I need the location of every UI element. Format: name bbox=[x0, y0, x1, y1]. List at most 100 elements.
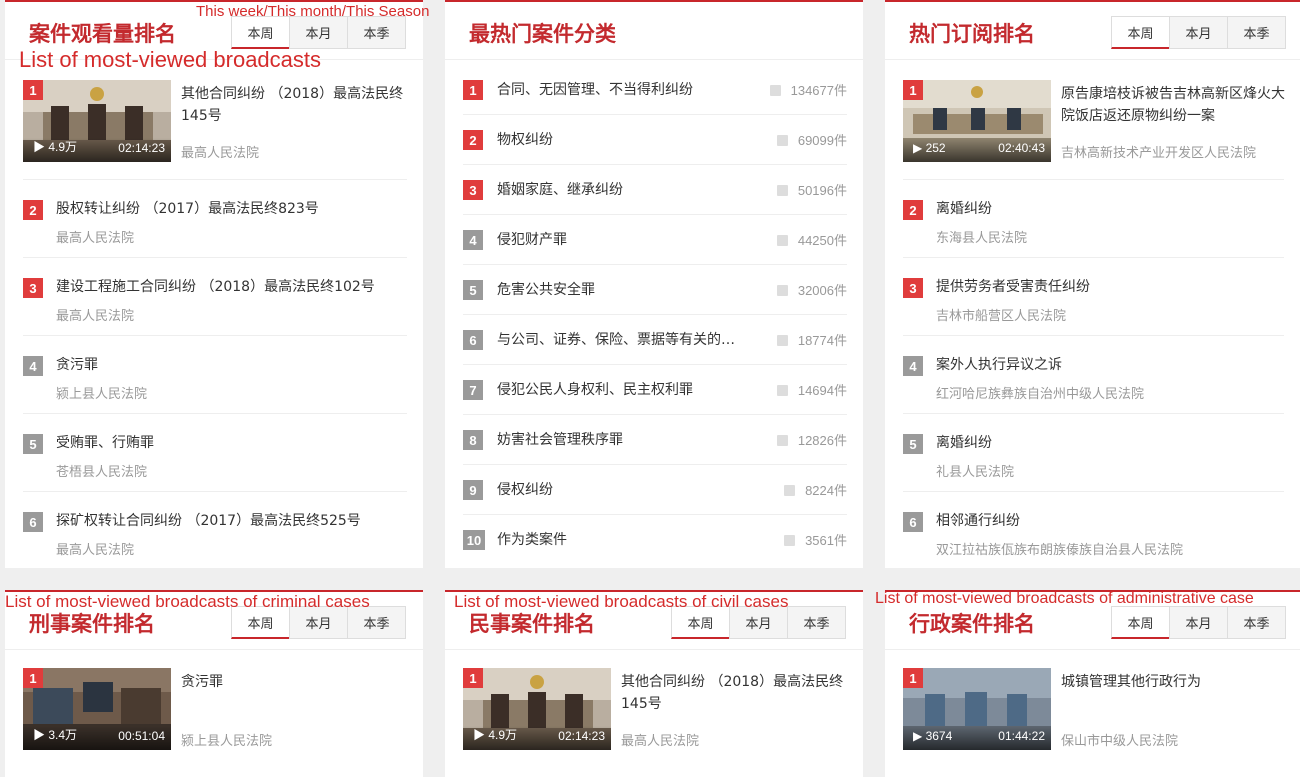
view-count: ▶ 252 bbox=[913, 141, 946, 155]
panel-header: 最热门案件分类 bbox=[445, 2, 863, 60]
list-item[interactable]: 2 离婚纠纷 东海县人民法院 bbox=[903, 180, 1284, 258]
document-icon bbox=[776, 335, 788, 346]
list-item[interactable]: 4 案外人执行异议之诉 红河哈尼族彝族自治州中级人民法院 bbox=[903, 336, 1284, 414]
rank-badge: 6 bbox=[23, 512, 43, 532]
video-thumbnail[interactable]: 1 ▶ 4.9万 02:14:23 bbox=[23, 80, 171, 162]
video-duration: 01:44:22 bbox=[998, 729, 1045, 743]
tab-this-season[interactable]: 本季 bbox=[787, 606, 846, 639]
category-row[interactable]: 6 与公司、证券、保险、票据等有关的民事纠纷 18774件 bbox=[463, 315, 847, 365]
court-name: 最高人民法院 bbox=[621, 734, 700, 749]
tab-this-week[interactable]: 本周 bbox=[1111, 606, 1170, 639]
video-duration: 02:14:23 bbox=[558, 729, 605, 743]
rank-badge: 1 bbox=[903, 80, 923, 100]
case-count: 14694件 bbox=[776, 380, 847, 399]
featured-item[interactable]: 1 ▶ 3.4万 00:51:04 贪污罪 颍上县人民法院 bbox=[23, 668, 407, 768]
case-title-link[interactable]: 相邻通行纠纷 bbox=[936, 510, 1020, 532]
category-row[interactable]: 5 危害公共安全罪 32006件 bbox=[463, 265, 847, 315]
list-item[interactable]: 5 离婚纠纷 礼县人民法院 bbox=[903, 414, 1284, 492]
court-name: 礼县人民法院 bbox=[936, 465, 1015, 480]
video-info-bar: ▶ 252 02:40:43 bbox=[903, 138, 1051, 162]
case-title-link[interactable]: 贪污罪 bbox=[181, 671, 413, 693]
list-item[interactable]: 6 相邻通行纠纷 双江拉祜族佤族布朗族傣族自治县人民法院 bbox=[903, 492, 1284, 568]
list-item[interactable]: 3 提供劳务者受害责任纠纷 吉林市船营区人民法院 bbox=[903, 258, 1284, 336]
rank-badge: 10 bbox=[463, 530, 485, 550]
administrative-panel: 行政案件排名 本周 本月 本季 1 ▶ 3674 01:44:22 城镇管理其他… bbox=[885, 590, 1300, 777]
category-name[interactable]: 妨害社会管理秩序罪 bbox=[497, 429, 623, 449]
category-row[interactable]: 4 侵犯财产罪 44250件 bbox=[463, 215, 847, 265]
case-title-link[interactable]: 其他合同纠纷 （2018）最高法民终145号 bbox=[621, 671, 853, 715]
court-name: 颍上县人民法院 bbox=[56, 387, 148, 402]
panel-title: 案件观看量排名 bbox=[29, 22, 176, 46]
case-title-link[interactable]: 建设工程施工合同纠纷 （2018）最高法民终102号 bbox=[56, 276, 375, 298]
case-title-link[interactable]: 贪污罪 bbox=[56, 354, 98, 376]
video-thumbnail[interactable]: 1 ▶ 252 02:40:43 bbox=[903, 80, 1051, 162]
list-item[interactable]: 2 股权转让纠纷 （2017）最高法民终823号 最高人民法院 bbox=[23, 180, 407, 258]
tab-this-month[interactable]: 本月 bbox=[1169, 16, 1228, 49]
category-row[interactable]: 3 婚姻家庭、继承纠纷 50196件 bbox=[463, 165, 847, 215]
category-row[interactable]: 7 侵犯公民人身权利、民主权利罪 14694件 bbox=[463, 365, 847, 415]
case-title-link[interactable]: 城镇管理其他行政行为 bbox=[1061, 671, 1293, 693]
list-item[interactable]: 3 建设工程施工合同纠纷 （2018）最高法民终102号 最高人民法院 bbox=[23, 258, 407, 336]
category-row[interactable]: 10 作为类案件 3561件 bbox=[463, 515, 847, 565]
case-title-link[interactable]: 离婚纠纷 bbox=[936, 198, 992, 220]
category-name[interactable]: 合同、无因管理、不当得利纠纷 bbox=[497, 79, 693, 99]
rank-badge: 5 bbox=[903, 434, 923, 454]
featured-item[interactable]: 1 ▶ 4.9万 02:14:23 其他合同纠纷 （2018）最高法民终145号… bbox=[23, 80, 407, 180]
civil-panel: 民事案件排名 本周 本月 本季 1 ▶ 4.9万 02:14:23 其他合同纠纷… bbox=[445, 590, 863, 777]
case-title-link[interactable]: 探矿权转让合同纠纷 （2017）最高法民终525号 bbox=[56, 510, 361, 532]
case-count: 8224件 bbox=[784, 480, 847, 499]
video-thumbnail[interactable]: 1 ▶ 3.4万 00:51:04 bbox=[23, 668, 171, 750]
case-title-link[interactable]: 提供劳务者受害责任纠纷 bbox=[936, 276, 1090, 298]
subscriptions-panel: 热门订阅排名 本周 本月 本季 1 ▶ 252 02:40:43 原告康培枝诉被… bbox=[885, 0, 1300, 568]
document-icon bbox=[776, 135, 788, 146]
tab-this-month[interactable]: 本月 bbox=[289, 16, 348, 49]
tab-this-season[interactable]: 本季 bbox=[1227, 16, 1286, 49]
list-item[interactable]: 6 探矿权转让合同纠纷 （2017）最高法民终525号 最高人民法院 bbox=[23, 492, 407, 568]
category-row[interactable]: 2 物权纠纷 69099件 bbox=[463, 115, 847, 165]
tab-this-month[interactable]: 本月 bbox=[1169, 606, 1228, 639]
court-name: 双江拉祜族佤族布朗族傣族自治县人民法院 bbox=[936, 543, 1184, 558]
case-title-link[interactable]: 原告康培枝诉被告吉林高新区烽火大院饭店返还原物纠纷一案 bbox=[1061, 83, 1293, 127]
tab-this-season[interactable]: 本季 bbox=[347, 16, 406, 49]
case-title-link[interactable]: 离婚纠纷 bbox=[936, 432, 992, 454]
case-title-link[interactable]: 受贿罪、行贿罪 bbox=[56, 432, 154, 454]
category-name[interactable]: 婚姻家庭、继承纠纷 bbox=[497, 179, 623, 199]
category-name[interactable]: 作为类案件 bbox=[497, 529, 567, 549]
categories-panel: 最热门案件分类 1 合同、无因管理、不当得利纠纷 134677件 2 物权纠纷 … bbox=[445, 0, 863, 568]
case-title-link[interactable]: 案外人执行异议之诉 bbox=[936, 354, 1062, 376]
category-name[interactable]: 侵权纠纷 bbox=[497, 479, 553, 499]
case-count: 69099件 bbox=[776, 130, 847, 149]
criminal-panel: 刑事案件排名 本周 本月 本季 1 ▶ 3.4万 00:51:04 贪污罪 颍上… bbox=[5, 590, 423, 777]
featured-item[interactable]: 1 ▶ 4.9万 02:14:23 其他合同纠纷 （2018）最高法民终145号… bbox=[463, 668, 847, 768]
period-tabs: 本周 本月 本季 bbox=[1111, 606, 1286, 639]
annotation-civil: List of most-viewed broadcasts of civil … bbox=[454, 592, 789, 611]
case-count: 50196件 bbox=[776, 180, 847, 199]
video-thumbnail[interactable]: 1 ▶ 3674 01:44:22 bbox=[903, 668, 1051, 750]
featured-item[interactable]: 1 ▶ 252 02:40:43 原告康培枝诉被告吉林高新区烽火大院饭店返还原物… bbox=[903, 80, 1285, 180]
rank-badge: 2 bbox=[463, 130, 483, 150]
case-title-link[interactable]: 股权转让纠纷 （2017）最高法民终823号 bbox=[56, 198, 319, 220]
case-count-value: 69099件 bbox=[797, 133, 847, 148]
category-name[interactable]: 物权纠纷 bbox=[497, 129, 553, 149]
case-count-value: 14694件 bbox=[797, 383, 847, 398]
court-name: 红河哈尼族彝族自治州中级人民法院 bbox=[936, 387, 1145, 402]
video-thumbnail[interactable]: 1 ▶ 4.9万 02:14:23 bbox=[463, 668, 611, 750]
document-icon bbox=[784, 485, 796, 496]
panel-title: 行政案件排名 bbox=[909, 612, 1035, 636]
list-item[interactable]: 5 受贿罪、行贿罪 苍梧县人民法院 bbox=[23, 414, 407, 492]
most-viewed-panel: 案件观看量排名 本周 本月 本季 1 ▶ 4.9万 02:14:23 其他合同纠… bbox=[5, 0, 423, 568]
featured-item[interactable]: 1 ▶ 3674 01:44:22 城镇管理其他行政行为 保山市中级人民法院 bbox=[903, 668, 1284, 768]
tab-this-week[interactable]: 本周 bbox=[231, 16, 290, 49]
tab-this-week[interactable]: 本周 bbox=[1111, 16, 1170, 49]
rank-badge: 1 bbox=[903, 668, 923, 688]
category-name[interactable]: 侵犯公民人身权利、民主权利罪 bbox=[497, 379, 693, 399]
category-name[interactable]: 侵犯财产罪 bbox=[497, 229, 567, 249]
category-name[interactable]: 危害公共安全罪 bbox=[497, 279, 595, 299]
case-title-link[interactable]: 其他合同纠纷 （2018）最高法民终145号 bbox=[181, 83, 413, 127]
tab-this-season[interactable]: 本季 bbox=[1227, 606, 1286, 639]
category-name[interactable]: 与公司、证券、保险、票据等有关的民事纠纷 bbox=[497, 329, 747, 349]
category-row[interactable]: 1 合同、无因管理、不当得利纠纷 134677件 bbox=[463, 65, 847, 115]
category-row[interactable]: 8 妨害社会管理秩序罪 12826件 bbox=[463, 415, 847, 465]
list-item[interactable]: 4 贪污罪 颍上县人民法院 bbox=[23, 336, 407, 414]
category-row[interactable]: 9 侵权纠纷 8224件 bbox=[463, 465, 847, 515]
